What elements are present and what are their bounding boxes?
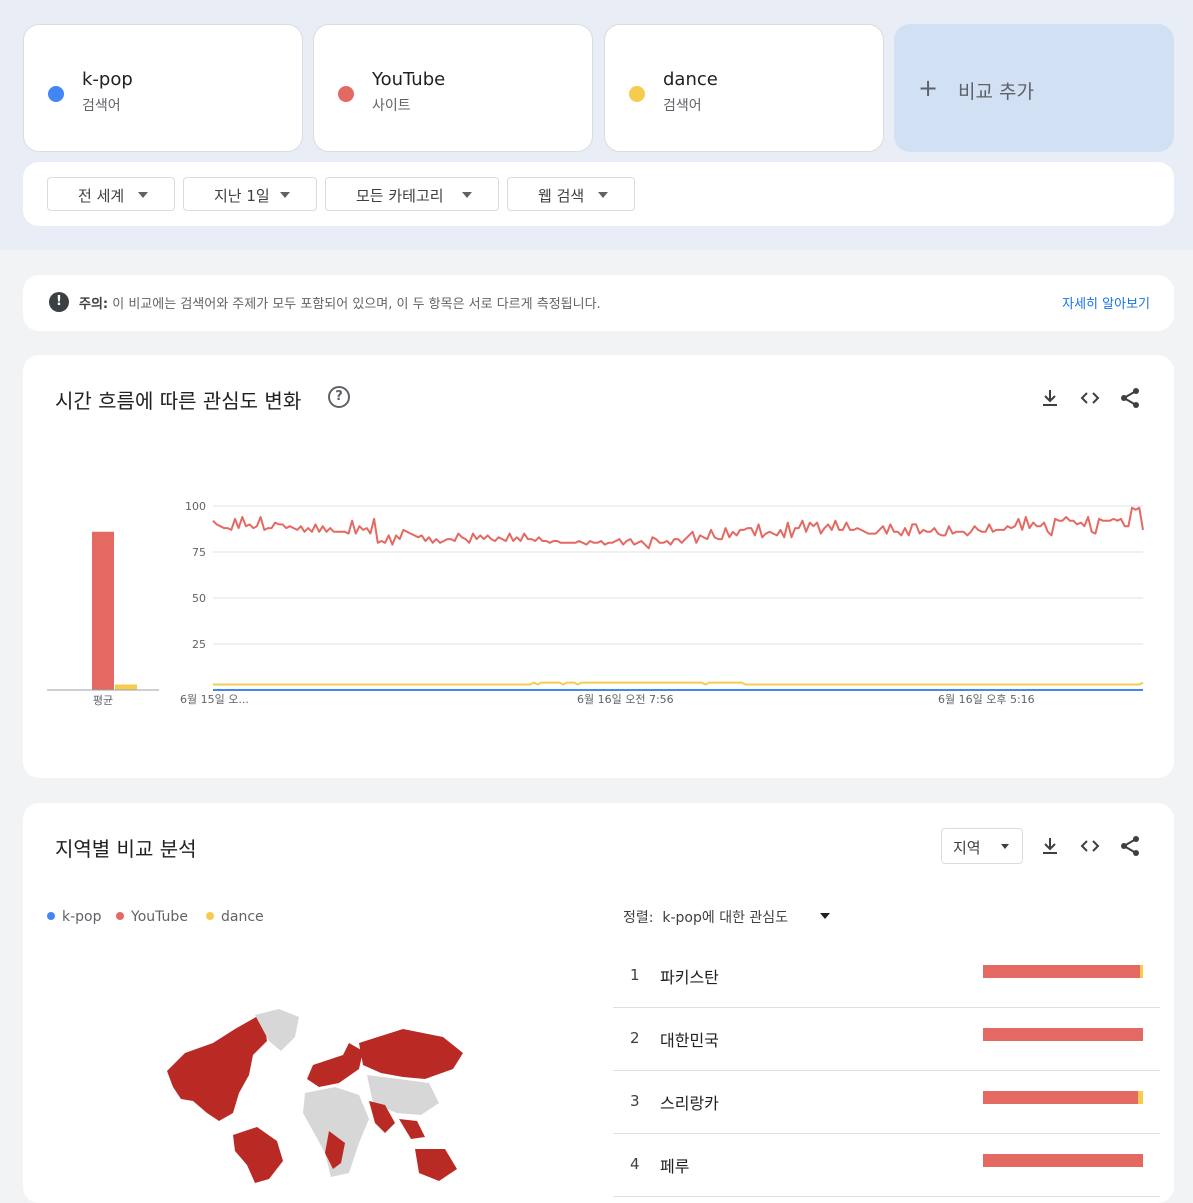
filter-label: 모든 카테고리	[356, 187, 444, 205]
y-tick-label: 50	[192, 592, 206, 605]
youtube-share-bar	[983, 1091, 1138, 1104]
region-name: 페루	[660, 1157, 690, 1176]
legend-dance: dance	[206, 909, 264, 925]
term-card-dance[interactable]: dance 검색어	[604, 24, 884, 152]
series-line-dance[interactable]	[213, 681, 1144, 686]
rank-number: 4	[630, 1155, 640, 1173]
share-icon[interactable]	[1118, 834, 1142, 858]
dance-share-bar	[1138, 1091, 1143, 1104]
section-title: 지역별 비교 분석	[55, 837, 197, 861]
caret-down-icon	[1001, 844, 1009, 849]
map-europe[interactable]	[307, 1043, 363, 1087]
region-select-label: 지역	[953, 839, 981, 857]
plus-icon: +	[918, 74, 939, 102]
dance-color-dot	[629, 86, 645, 102]
add-compare-label: 비교 추가	[958, 81, 1034, 103]
exclamation-icon: !	[49, 292, 69, 312]
notice-text: 주의: 이 비교에는 검색어와 주제가 모두 포함되어 있으며, 이 두 항목은…	[79, 293, 601, 312]
average-bar-youtube[interactable]	[92, 531, 114, 690]
x-tick-label: 6월 15일 오...	[180, 692, 249, 706]
term-type: 검색어	[82, 98, 121, 114]
x-tick-label: 6월 16일 오후 5:16	[938, 692, 1035, 706]
average-bar-dance[interactable]	[115, 684, 137, 690]
download-icon[interactable]	[1038, 834, 1062, 858]
interest-chart: 평균 100755025 6월 15일 오... 6월 16일 오전 7:56 6월…	[47, 500, 1144, 707]
filter-label: 전 세계	[78, 187, 125, 205]
series-line-youtube[interactable]	[212, 506, 1144, 550]
legend-kpop: k-pop	[47, 909, 102, 925]
map-north-america[interactable]	[167, 1013, 267, 1121]
legend-label: YouTube	[131, 909, 188, 925]
term-type: 사이트	[372, 98, 411, 114]
embed-code-icon[interactable]	[1078, 834, 1102, 858]
y-tick-label: 75	[192, 546, 206, 559]
term-card-youtube[interactable]: YouTube 사이트	[313, 24, 593, 152]
region-name: 대한민국	[660, 1031, 719, 1050]
map-australia[interactable]	[415, 1149, 457, 1181]
dance-share-bar	[1140, 965, 1143, 978]
caret-down-icon	[280, 192, 290, 198]
interest-over-time-card: 시간 흐름에 따른 관심도 변화 ? 평균 100 75 50 25 6월 15일 오…	[23, 355, 1174, 778]
legend-dot	[206, 912, 214, 920]
youtube-color-dot	[338, 86, 354, 102]
filter-region[interactable]: 전 세계	[47, 177, 175, 211]
average-label: 평균	[93, 694, 113, 707]
series-lines	[212, 506, 1144, 691]
y-tick-label: 100	[185, 500, 206, 513]
youtube-share-bar	[983, 1028, 1143, 1041]
rank-number: 3	[630, 1092, 640, 1110]
average-bars	[92, 531, 137, 690]
legend-label: k-pop	[62, 909, 102, 925]
sort-label: 정렬: k-pop에 대한 관심도	[623, 907, 788, 927]
learn-more-link[interactable]: 자세히 알아보기	[1062, 293, 1150, 312]
regional-card: 지역별 비교 분석 지역 k-pop YouTube dance 정렬: k-p…	[23, 803, 1174, 1203]
rank-number: 1	[630, 966, 640, 984]
term-type: 검색어	[663, 98, 702, 114]
term-name: k-pop	[82, 69, 133, 90]
legend-dot	[47, 912, 55, 920]
world-map[interactable]	[163, 1003, 463, 1183]
filter-time[interactable]: 지난 1일	[183, 177, 317, 211]
rank-number: 2	[630, 1029, 640, 1047]
term-name: dance	[663, 69, 718, 90]
legend-youtube: YouTube	[116, 909, 188, 925]
sort-prefix: 정렬:	[623, 910, 654, 926]
youtube-share-bar	[983, 965, 1140, 978]
notice-body: 이 비교에는 검색어와 주제가 모두 포함되어 있으며, 이 두 항목은 서로 …	[108, 297, 601, 312]
notice-banner: ! 주의: 이 비교에는 검색어와 주제가 모두 포함되어 있으며, 이 두 항…	[23, 275, 1174, 331]
notice-prefix: 주의:	[79, 297, 109, 312]
caret-down-icon	[138, 192, 148, 198]
youtube-share-bar	[983, 1154, 1143, 1167]
caret-down-icon	[598, 192, 608, 198]
ranking-row[interactable]: 1 파키스탄	[613, 945, 1160, 1008]
filter-label: 지난 1일	[214, 187, 270, 205]
sort-dropdown-caret-icon[interactable]	[820, 913, 830, 919]
filter-search-type[interactable]: 웹 검색	[507, 177, 635, 211]
x-ticks: 6월 15일 오... 6월 16일 오전 7:56 6월 16일 오후 5:16	[180, 692, 1035, 706]
x-tick-label: 6월 16일 오전 7:56	[577, 692, 674, 706]
add-compare-button[interactable]: + 비교 추가	[894, 24, 1174, 152]
ranking-row[interactable]: 3 스리랑카	[613, 1071, 1160, 1134]
region-name: 파키스탄	[660, 968, 719, 987]
filter-category[interactable]: 모든 카테고리	[325, 177, 499, 211]
filter-label: 웹 검색	[538, 187, 585, 205]
map-russia[interactable]	[359, 1029, 463, 1079]
ranking-row[interactable]: 4 페루	[613, 1134, 1160, 1197]
legend-dot	[116, 912, 124, 920]
sort-value: k-pop에 대한 관심도	[662, 910, 789, 926]
region-name: 스리랑카	[660, 1094, 719, 1113]
map-south-america[interactable]	[233, 1127, 283, 1183]
filter-bar: 전 세계 지난 1일 모든 카테고리 웹 검색	[23, 162, 1174, 226]
region-select[interactable]: 지역	[941, 828, 1023, 864]
term-name: YouTube	[372, 69, 446, 90]
term-card-kpop[interactable]: k-pop 검색어	[23, 24, 303, 152]
ranking-row[interactable]: 2 대한민국	[613, 1008, 1160, 1071]
map-southeast-asia[interactable]	[399, 1119, 425, 1139]
legend-label: dance	[221, 909, 264, 925]
kpop-color-dot	[48, 86, 64, 102]
y-tick-label: 25	[192, 638, 206, 651]
caret-down-icon	[462, 192, 472, 198]
